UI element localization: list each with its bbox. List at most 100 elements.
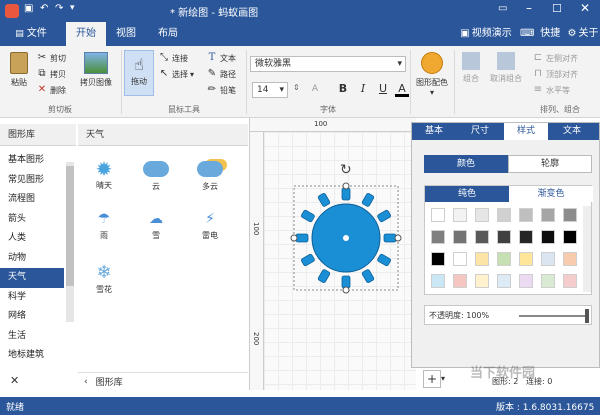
tab-start[interactable]: 开始 — [66, 22, 106, 46]
resize-handle-top[interactable] — [342, 182, 350, 190]
color-swatch[interactable] — [431, 230, 445, 244]
color-subtab[interactable]: 颜色 — [424, 155, 508, 173]
color-swatch[interactable] — [475, 230, 489, 244]
category-item[interactable]: 基本图形 — [0, 151, 64, 171]
color-swatch[interactable] — [497, 274, 511, 288]
bold-button[interactable]: B — [336, 81, 350, 97]
delete-button[interactable]: ✕ 删除 — [36, 84, 66, 96]
color-swatch[interactable] — [453, 274, 467, 288]
color-swatch[interactable] — [519, 230, 533, 244]
category-item[interactable]: 常见图形 — [0, 171, 64, 191]
category-scrollbar[interactable] — [66, 162, 74, 322]
underline-button[interactable]: U — [376, 81, 390, 97]
category-item[interactable]: 网络 — [0, 307, 64, 327]
shape-thunder[interactable]: ⚡ 雷电 — [188, 208, 232, 241]
video-demo-button[interactable]: ▣ 视频演示 — [458, 22, 514, 46]
color-swatch[interactable] — [453, 230, 467, 244]
color-swatch[interactable] — [519, 252, 533, 266]
restore-ribbon-icon[interactable]: ▭ — [498, 3, 507, 14]
solid-color-tab[interactable]: 纯色 — [425, 186, 509, 202]
font-color-button[interactable]: A — [395, 81, 409, 97]
shortcut-button[interactable]: ⌨快捷键 — [520, 22, 564, 63]
chevron-left-icon[interactable]: ‹ — [84, 377, 88, 387]
category-item-active[interactable]: 天气 — [0, 268, 64, 288]
resize-handle-right[interactable] — [394, 234, 402, 242]
color-swatch[interactable] — [563, 252, 577, 266]
resize-handle-bottom[interactable] — [342, 286, 350, 294]
drawing-canvas[interactable]: 100 100 200 ↻ — [250, 118, 416, 390]
color-swatch[interactable] — [497, 208, 511, 222]
minimize-button[interactable]: – — [526, 1, 532, 15]
file-menu[interactable]: ▤ 文件 — [6, 22, 56, 46]
palette-scrollbar[interactable] — [583, 206, 591, 292]
close-button[interactable]: ✕ — [580, 1, 590, 15]
uncombine-button[interactable]: 取消组合 — [486, 52, 526, 84]
paste-button[interactable]: 粘贴 — [4, 52, 34, 88]
resize-handle-left[interactable] — [290, 234, 298, 242]
tab-size[interactable]: 尺寸 — [458, 123, 502, 140]
color-swatch[interactable] — [431, 252, 445, 266]
rotate-icon[interactable]: ↻ — [340, 162, 352, 178]
add-icon[interactable]: + — [423, 370, 441, 388]
text-tool-button[interactable]: T 文本 — [206, 52, 236, 64]
redo-icon[interactable]: ↷ — [55, 3, 63, 14]
maximize-button[interactable]: ☐ — [552, 2, 562, 15]
pencil-tool-button[interactable]: ✏ 铅笔 — [206, 84, 236, 96]
scrollbar-thumb[interactable] — [66, 166, 74, 286]
opacity-slider-track[interactable] — [519, 315, 589, 317]
tab-text[interactable]: 文本 — [550, 123, 594, 140]
color-swatch[interactable] — [453, 252, 467, 266]
about-button[interactable]: ⚙ 关于 — [566, 22, 600, 46]
copy-button[interactable]: ⧉ 拷贝 — [36, 68, 66, 80]
sun-shape-svg[interactable]: ↻ — [276, 158, 416, 298]
font-size-select[interactable]: 14 ▾ — [252, 82, 288, 98]
color-swatch[interactable] — [453, 208, 467, 222]
copy-image-button[interactable]: 拷贝图像 — [76, 52, 116, 88]
align-horizontal-button[interactable]: ≡ 水平等 — [532, 84, 570, 96]
italic-button[interactable]: I — [356, 81, 370, 97]
color-swatch[interactable] — [563, 208, 577, 222]
shape-color-button[interactable]: 图形配色 ▾ — [412, 52, 452, 97]
font-grow-icon[interactable]: A — [308, 81, 322, 97]
category-item[interactable]: 科学 — [0, 288, 64, 308]
align-left-button[interactable]: ⊏ 左侧对齐 — [532, 52, 578, 64]
font-size-stepper[interactable]: ⇕ — [293, 83, 303, 97]
gradient-color-tab[interactable]: 渐变色 — [509, 186, 593, 202]
tab-view[interactable]: 视图 — [108, 22, 144, 46]
align-top-button[interactable]: ⊓ 顶部对齐 — [532, 68, 578, 80]
path-tool-button[interactable]: ✎ 路径 — [206, 68, 236, 80]
shape-cloud[interactable]: 云 — [134, 158, 178, 192]
opacity-slider-thumb[interactable] — [585, 309, 589, 323]
cut-button[interactable]: ✂ 剪切 — [36, 52, 66, 64]
color-swatch[interactable] — [475, 252, 489, 266]
font-family-select[interactable]: 微软雅黑 ▾ — [250, 56, 406, 72]
shape-sunny[interactable]: ✹ 晴天 — [82, 158, 126, 191]
color-swatch[interactable] — [541, 274, 555, 288]
color-swatch[interactable] — [431, 274, 445, 288]
shape-partly-cloudy[interactable]: 多云 — [188, 158, 232, 192]
drag-tool-button[interactable]: ☝ 拖动 — [124, 50, 154, 96]
tab-style[interactable]: 样式 — [504, 123, 548, 140]
category-item[interactable]: 流程图 — [0, 190, 64, 210]
color-swatch[interactable] — [497, 252, 511, 266]
save-icon[interactable]: ▣ — [24, 3, 33, 14]
color-swatch[interactable] — [475, 274, 489, 288]
close-library-icon[interactable]: ✕ — [10, 374, 19, 387]
color-swatch[interactable] — [519, 274, 533, 288]
color-swatch[interactable] — [431, 208, 445, 222]
connect-tool-button[interactable]: ⤡ 连接 — [158, 52, 188, 64]
undo-icon[interactable]: ↶ — [40, 3, 48, 14]
category-item[interactable]: 生活 — [0, 327, 64, 347]
color-swatch[interactable] — [519, 208, 533, 222]
color-swatch[interactable] — [541, 252, 555, 266]
quick-access-dropdown-icon[interactable]: ▾ — [70, 3, 75, 13]
color-swatch[interactable] — [475, 208, 489, 222]
combine-button[interactable]: 组合 — [456, 52, 486, 84]
category-item[interactable]: 地标建筑 — [0, 346, 64, 366]
outline-subtab[interactable]: 轮廓 — [508, 155, 592, 173]
color-swatch[interactable] — [541, 208, 555, 222]
category-item[interactable]: 动物 — [0, 249, 64, 269]
shape-snowflake[interactable]: ❄ 雪花 — [82, 262, 126, 295]
color-swatch[interactable] — [563, 230, 577, 244]
category-item[interactable]: 人类 — [0, 229, 64, 249]
